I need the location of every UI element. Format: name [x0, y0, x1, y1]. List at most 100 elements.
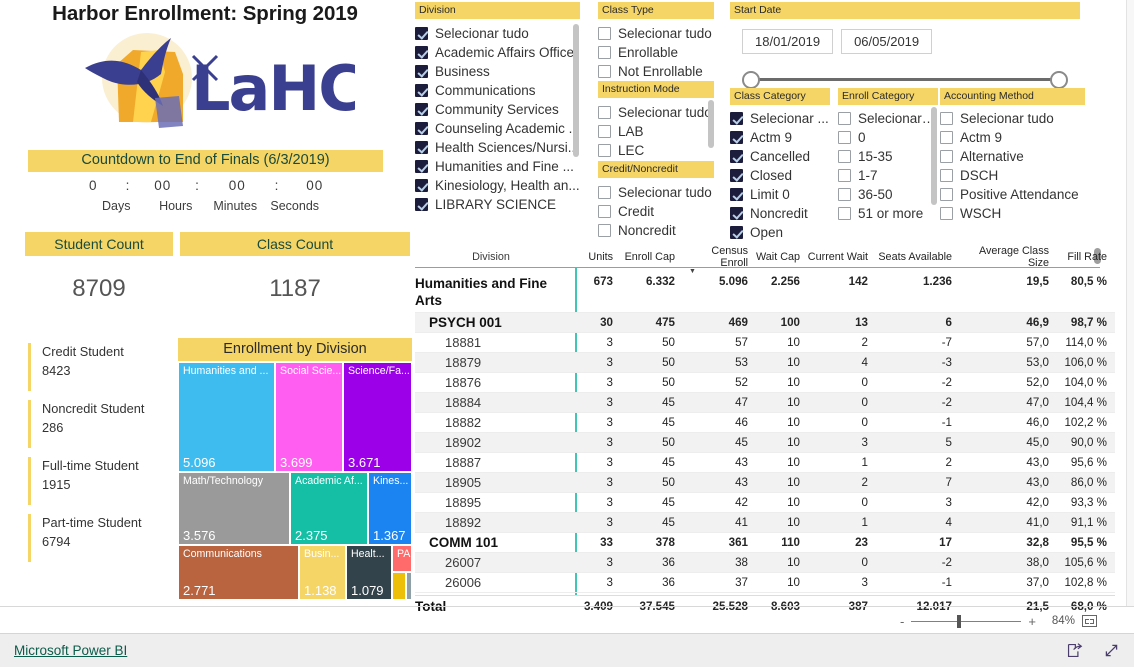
- checkbox-icon[interactable]: [598, 224, 611, 237]
- slicer-item-health-sciences-nursing[interactable]: Health Sciences/Nursi...: [415, 138, 580, 157]
- slider-handle-start[interactable]: [742, 71, 760, 89]
- slicer-item-business[interactable]: Business: [415, 62, 580, 81]
- table-row[interactable]: 18905 3 50 43 10 2 7 43,0 86,0 %: [415, 473, 1115, 493]
- start-date-to-input[interactable]: 06/05/2019: [841, 29, 933, 54]
- table-row[interactable]: 18884 3 45 47 10 0 -2 47,0 104,4 %: [415, 393, 1115, 413]
- checkbox-icon[interactable]: [598, 46, 611, 59]
- treemap-tile[interactable]: Busin... 1.138: [299, 545, 346, 600]
- table-row[interactable]: 18876 3 50 52 10 0 -2 52,0 104,0 %: [415, 373, 1115, 393]
- powerbi-link[interactable]: Microsoft Power BI: [14, 643, 127, 658]
- slicer-item-lab[interactable]: LAB: [598, 122, 714, 141]
- checkbox-icon[interactable]: [415, 122, 428, 135]
- slicer-item-36-50[interactable]: 36-50: [838, 185, 938, 204]
- checkbox-icon[interactable]: [598, 106, 611, 119]
- column-header-fill-rate[interactable]: Fill Rate: [1055, 251, 1113, 263]
- checkbox-icon[interactable]: [838, 131, 851, 144]
- start-date-from-input[interactable]: 18/01/2019: [742, 29, 834, 54]
- slicer-class-category[interactable]: Class Category Selecionar ... Actm 9 Can…: [730, 88, 830, 242]
- column-header-seats-available[interactable]: Seats Available: [874, 251, 958, 263]
- table-row[interactable]: 18892 3 45 41 10 1 4 41,0 91,1 %: [415, 513, 1115, 533]
- checkbox-icon[interactable]: [415, 84, 428, 97]
- checkbox-icon[interactable]: [730, 226, 743, 239]
- checkbox-icon[interactable]: [940, 207, 953, 220]
- slicer-accounting-method-list[interactable]: Selecionar tudo Actm 9 Alternative DSCH …: [940, 105, 1085, 223]
- slicer-enroll-category-list[interactable]: Selecionar t... 0 15-35 1-7 36-50 51 or …: [838, 105, 938, 223]
- checkbox-icon[interactable]: [940, 169, 953, 182]
- table-row[interactable]: 18887 3 45 43 10 1 2 43,0 95,6 %: [415, 453, 1115, 473]
- treemap-tile[interactable]: Math/Technology 3.576: [178, 472, 290, 545]
- treemap-tile[interactable]: [406, 572, 412, 600]
- share-icon[interactable]: [1066, 642, 1083, 659]
- checkbox-icon[interactable]: [598, 65, 611, 78]
- slicer-item-library-science[interactable]: LIBRARY SCIENCE: [415, 195, 580, 214]
- slicer-item-select-all[interactable]: Selecionar tudo: [598, 103, 714, 122]
- treemap-tile[interactable]: PA...: [392, 545, 412, 572]
- slicer-item-positive-attendance[interactable]: Positive Attendance: [940, 185, 1085, 204]
- checkbox-icon[interactable]: [730, 188, 743, 201]
- slicer-division-list[interactable]: Selecionar tudo Academic Affairs Office …: [415, 19, 580, 214]
- fullscreen-icon[interactable]: [1103, 642, 1120, 659]
- table-row[interactable]: COMM 101 33 378 361 110 23 17 32,8 95,5 …: [415, 533, 1115, 553]
- column-header-division[interactable]: Division: [415, 251, 575, 263]
- checkbox-icon[interactable]: [415, 27, 428, 40]
- slicer-item-kinesiology-health[interactable]: Kinesiology, Health an...: [415, 176, 580, 195]
- zoom-control[interactable]: - + 84%: [900, 610, 1125, 632]
- checkbox-icon[interactable]: [415, 46, 428, 59]
- checkbox-icon[interactable]: [598, 186, 611, 199]
- treemap-tile[interactable]: Science/Fa... 3.671: [343, 362, 412, 472]
- slicer-item-select-all[interactable]: Selecionar tudo: [598, 183, 714, 202]
- checkbox-icon[interactable]: [730, 150, 743, 163]
- column-header-average-class-size[interactable]: Average Class Size: [958, 245, 1055, 269]
- slicer-item-academic-affairs-office[interactable]: Academic Affairs Office: [415, 43, 580, 62]
- enrollment-by-division-treemap[interactable]: Humanities and ... 5.096 Social Scie... …: [178, 362, 412, 600]
- checkbox-icon[interactable]: [415, 103, 428, 116]
- checkbox-icon[interactable]: [838, 112, 851, 125]
- slicer-item-open[interactable]: Open: [730, 223, 830, 242]
- checkbox-icon[interactable]: [838, 169, 851, 182]
- column-header-units[interactable]: Units: [575, 251, 619, 263]
- slicer-start-date[interactable]: Start Date 18/01/2019 06/05/2019: [730, 2, 1080, 90]
- slicer-item-counseling-academic[interactable]: Counseling Academic ...: [415, 119, 580, 138]
- slicer-class-type-list[interactable]: Selecionar tudo Enrollable Not Enrollabl…: [598, 19, 714, 81]
- zoom-in-button[interactable]: +: [1028, 614, 1036, 629]
- slicer-item-select-all[interactable]: Selecionar tudo: [598, 24, 714, 43]
- slicer-item-select-all[interactable]: Selecionar tudo: [940, 109, 1085, 128]
- slicer-accounting-method[interactable]: Accounting Method Selecionar tudo Actm 9…: [940, 88, 1085, 223]
- slicer-item-15-35[interactable]: 15-35: [838, 147, 938, 166]
- treemap-tile[interactable]: Communications 2.771: [178, 545, 299, 600]
- slicer-division[interactable]: Division Selecionar tudo Academic Affair…: [415, 2, 580, 214]
- slicer-instruction-mode-list[interactable]: Selecionar tudo LAB LEC: [598, 98, 714, 160]
- table-row[interactable]: PSYCH 001 30 475 469 100 13 6 46,9 98,7 …: [415, 313, 1115, 333]
- checkbox-icon[interactable]: [415, 141, 428, 154]
- enrollment-matrix-table[interactable]: Division Units Enroll Cap Census Enroll …: [415, 245, 1115, 614]
- slicer-item-closed[interactable]: Closed: [730, 166, 830, 185]
- table-row[interactable]: 18881 3 50 57 10 2 -7 57,0 114,0 %: [415, 333, 1115, 353]
- slicer-item-communications[interactable]: Communications: [415, 81, 580, 100]
- column-header-current-wait[interactable]: Current Wait: [806, 251, 874, 263]
- column-header-census-enroll[interactable]: Census Enroll ▼: [681, 245, 754, 275]
- slicer-class-type[interactable]: Class Type Selecionar tudo Enrollable No…: [598, 2, 714, 81]
- slicer-item-51-or-more[interactable]: 51 or more: [838, 204, 938, 223]
- checkbox-icon[interactable]: [730, 169, 743, 182]
- slicer-item-limit-0[interactable]: Limit 0: [730, 185, 830, 204]
- checkbox-icon[interactable]: [940, 150, 953, 163]
- treemap-tile[interactable]: Academic Af... 2.375: [290, 472, 368, 545]
- slicer-item-actm-9[interactable]: Actm 9: [730, 128, 830, 147]
- slicer-item-select-all[interactable]: Selecionar t...: [838, 109, 938, 128]
- checkbox-icon[interactable]: [940, 112, 953, 125]
- slicer-class-category-list[interactable]: Selecionar ... Actm 9 Cancelled Closed L…: [730, 105, 830, 242]
- treemap-tile[interactable]: Social Scie... 3.699: [275, 362, 343, 472]
- slicer-item-actm-9[interactable]: Actm 9: [940, 128, 1085, 147]
- slicer-item-lec[interactable]: LEC: [598, 141, 714, 160]
- table-row[interactable]: 18882 3 45 46 10 0 -1 46,0 102,2 %: [415, 413, 1115, 433]
- zoom-out-button[interactable]: -: [900, 614, 904, 629]
- checkbox-icon[interactable]: [838, 150, 851, 163]
- table-header-row[interactable]: Division Units Enroll Cap Census Enroll …: [415, 245, 1115, 275]
- table-row[interactable]: Humanities and Fine Arts 673 6.332 5.096…: [415, 273, 1115, 313]
- slicer-item-enrollable[interactable]: Enrollable: [598, 43, 714, 62]
- zoom-slider-track[interactable]: [911, 614, 1022, 628]
- checkbox-icon[interactable]: [415, 65, 428, 78]
- slicer-enroll-category[interactable]: Enroll Category Selecionar t... 0 15-35 …: [838, 88, 938, 223]
- checkbox-icon[interactable]: [838, 207, 851, 220]
- checkbox-icon[interactable]: [598, 125, 611, 138]
